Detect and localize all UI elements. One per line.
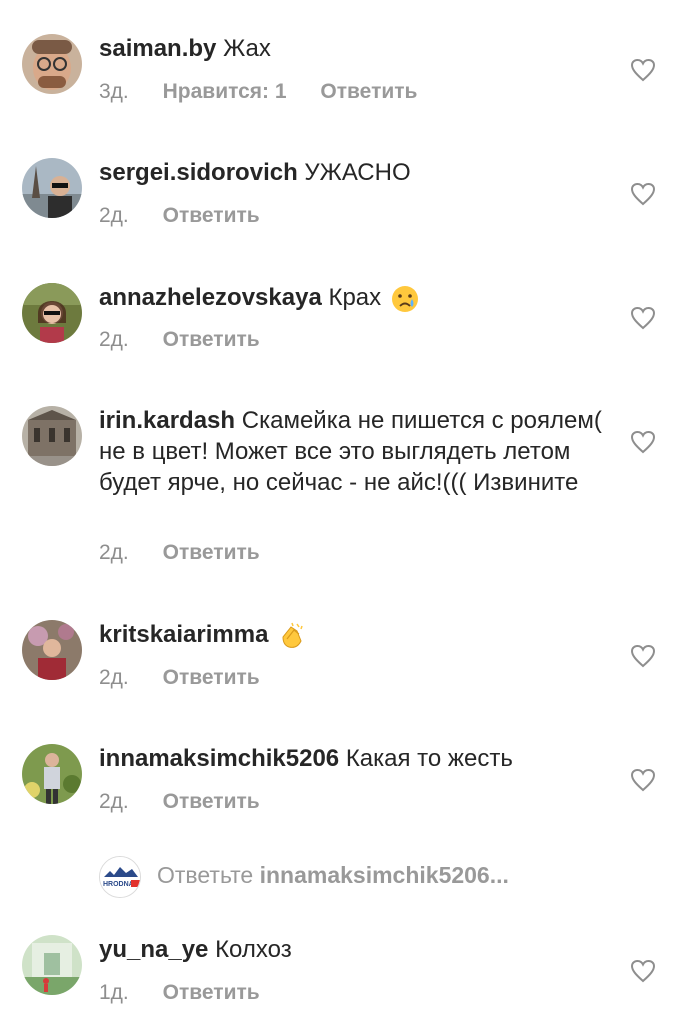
comment-time: 2д. <box>99 204 129 227</box>
clapping-hands-emoji <box>277 621 307 651</box>
avatar[interactable] <box>22 283 82 343</box>
comment-time: 2д. <box>99 328 129 351</box>
reply-button[interactable]: Ответить <box>163 541 260 565</box>
comment-username[interactable]: sergei.sidorovich <box>99 159 298 186</box>
reply-button[interactable]: Ответить <box>163 328 260 352</box>
comment-meta: 1д. Ответить <box>99 981 288 1005</box>
reply-prompt-username: innamaksimchik5206... <box>259 862 509 888</box>
avatar[interactable] <box>22 158 82 218</box>
reply-prompt[interactable]: HRODNA Ответьте innamaksimchik5206... <box>99 854 619 898</box>
comment-text: Жах <box>223 35 271 62</box>
comment-meta: 2д. Ответить <box>99 541 288 565</box>
avatar[interactable] <box>22 935 82 995</box>
reply-prompt-text[interactable]: Ответьте innamaksimchik5206... <box>157 862 509 889</box>
comment-body: saiman.by Жах <box>99 33 604 64</box>
comment-meta: 2д. Ответить <box>99 790 288 814</box>
logo-text: HRODNA <box>103 881 134 888</box>
reply-prompt-prefix: Ответьте <box>157 862 254 888</box>
comment-text: Какая то жесть <box>345 745 513 772</box>
comment-body: irin.kardash Скамейка не пишется с рояле… <box>99 405 604 498</box>
comment-username[interactable]: kritskaiarimma <box>99 621 268 648</box>
heart-icon[interactable] <box>630 959 656 983</box>
avatar[interactable] <box>22 620 82 680</box>
comment-username[interactable]: innamaksimchik5206 <box>99 745 339 772</box>
comment-username[interactable]: irin.kardash <box>99 407 235 434</box>
reply-button[interactable]: Ответить <box>163 790 260 814</box>
comment-body: annazhelezovskaya Крах <box>99 282 604 314</box>
comment-time: 3д. <box>99 80 129 103</box>
comment-meta: 3д. Нравится: 1 Ответить <box>99 80 445 104</box>
heart-icon[interactable] <box>630 306 656 330</box>
comment-text: УЖАСНО <box>304 159 411 186</box>
heart-icon[interactable] <box>630 58 656 82</box>
avatar[interactable] <box>22 34 82 94</box>
hrodna-logo-avatar: HRODNA <box>99 856 141 898</box>
heart-icon[interactable] <box>630 768 656 792</box>
heart-icon[interactable] <box>630 182 656 206</box>
heart-icon[interactable] <box>630 430 656 454</box>
likes-count[interactable]: Нравится: 1 <box>163 80 287 104</box>
comment-body: innamaksimchik5206 Какая то жесть <box>99 743 604 774</box>
avatar[interactable] <box>22 744 82 804</box>
comment-time: 2д. <box>99 541 129 564</box>
reply-button[interactable]: Ответить <box>163 981 260 1005</box>
avatar[interactable] <box>22 406 82 466</box>
reply-button[interactable]: Ответить <box>320 80 417 104</box>
comment-meta: 2д. Ответить <box>99 204 288 228</box>
comment-body: kritskaiarimma <box>99 619 604 651</box>
heart-icon[interactable] <box>630 644 656 668</box>
comment-meta: 2д. Ответить <box>99 666 288 690</box>
comment-text: Колхоз <box>215 936 292 963</box>
crying-face-emoji <box>390 284 420 314</box>
comment-time: 2д. <box>99 790 129 813</box>
reply-button[interactable]: Ответить <box>163 666 260 690</box>
comment-meta: 2д. Ответить <box>99 328 288 352</box>
comment-body: sergei.sidorovich УЖАСНО <box>99 157 604 188</box>
reply-button[interactable]: Ответить <box>163 204 260 228</box>
comment-text: Крах <box>328 284 382 311</box>
comment-username[interactable]: yu_na_ye <box>99 936 208 963</box>
comment-time: 1д. <box>99 981 129 1004</box>
comment-time: 2д. <box>99 666 129 689</box>
comment-username[interactable]: saiman.by <box>99 35 216 62</box>
comment-username[interactable]: annazhelezovskaya <box>99 284 322 311</box>
comment-body: yu_na_ye Колхоз <box>99 934 604 965</box>
